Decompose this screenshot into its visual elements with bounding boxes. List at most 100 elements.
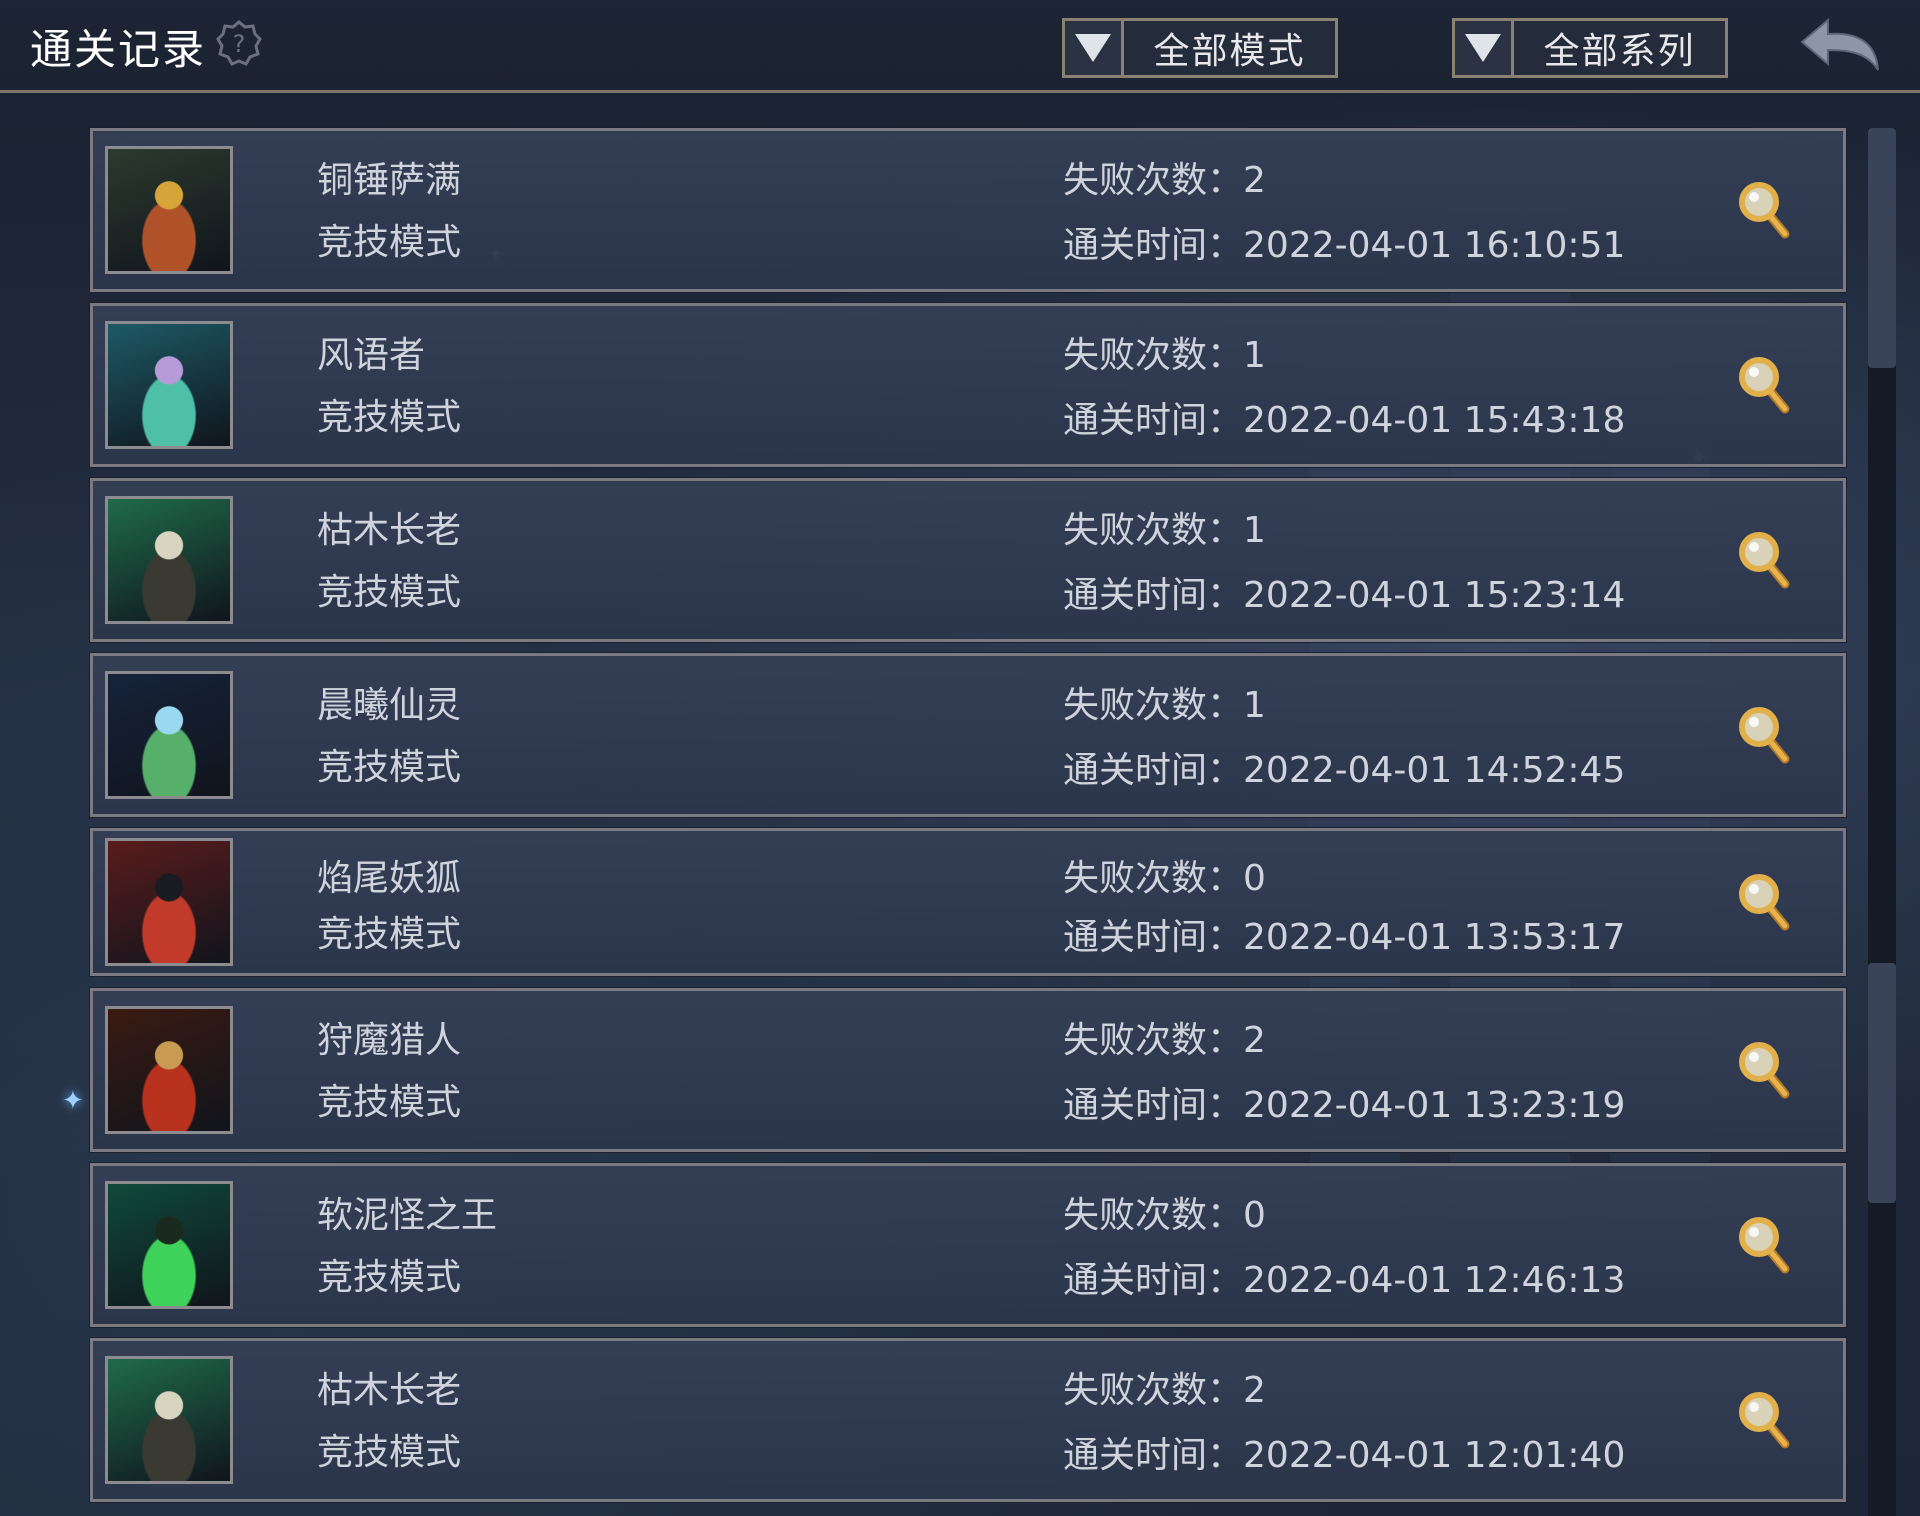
magnifier-icon[interactable]: [1737, 528, 1791, 592]
clear-time-value: 2022-04-01 15:23:14: [1243, 575, 1626, 616]
scrollbar-thumb[interactable]: [1868, 128, 1896, 368]
fail-count-value: 1: [1243, 335, 1266, 376]
clear-time: 通关时间：2022-04-01 16:10:51: [1063, 216, 1625, 268]
record-row[interactable]: 焰尾妖狐 竞技模式 失败次数：0 通关时间：2022-04-01 13:53:1…: [89, 827, 1847, 977]
magnifier-icon[interactable]: [1737, 1213, 1791, 1277]
record-row[interactable]: 晨曦仙灵 竞技模式 失败次数：1 通关时间：2022-04-01 14:52:4…: [89, 652, 1847, 818]
fail-count-label: 失败次数：: [1063, 858, 1244, 899]
record-row[interactable]: 铜锤萨满 竞技模式 失败次数：2 通关时间：2022-04-01 16:10:5…: [89, 127, 1847, 293]
question-gear-icon[interactable]: ?: [216, 20, 262, 66]
clear-time: 通关时间：2022-04-01 15:43:18: [1063, 391, 1625, 443]
hero-portrait: [105, 1356, 233, 1484]
hero-name: 风语者: [317, 335, 426, 376]
scrollbar-thumb[interactable]: [1868, 963, 1896, 1203]
fail-count-value: 1: [1243, 685, 1266, 726]
hero-name: 焰尾妖狐: [317, 858, 462, 899]
hero-portrait: [105, 671, 233, 799]
fail-count: 失败次数：2: [1063, 1011, 1266, 1063]
game-mode: 竞技模式: [317, 397, 462, 438]
fail-count-value: 2: [1243, 1020, 1266, 1061]
fail-count-value: 2: [1243, 1370, 1266, 1411]
fail-count-value: 0: [1243, 858, 1266, 899]
scrollbar[interactable]: [1868, 128, 1896, 1516]
fail-count-label: 失败次数：: [1063, 1195, 1244, 1236]
hero-portrait: [105, 146, 233, 274]
record-row[interactable]: 枯木长老 竞技模式 失败次数：2 通关时间：2022-04-01 12:01:4…: [89, 1337, 1847, 1503]
fail-count-label: 失败次数：: [1063, 335, 1244, 376]
clear-time: 通关时间：2022-04-01 13:23:19: [1063, 1076, 1625, 1128]
clear-time-label: 通关时间：: [1063, 400, 1244, 441]
game-mode: 竞技模式: [317, 222, 462, 263]
game-mode: 竞技模式: [317, 572, 462, 613]
fail-count: 失败次数：0: [1063, 1186, 1266, 1238]
clear-time-label: 通关时间：: [1063, 575, 1244, 616]
clear-time-value: 2022-04-01 15:43:18: [1243, 400, 1626, 441]
hero-name: 铜锤萨满: [317, 160, 462, 201]
hero-name: 枯木长老: [317, 1370, 462, 1411]
clear-time: 通关时间：2022-04-01 13:53:17: [1063, 908, 1625, 960]
mode-filter-label: 全部模式: [1153, 31, 1306, 72]
hero-portrait: [105, 321, 233, 449]
game-mode: 竞技模式: [317, 1082, 462, 1123]
clear-time-value: 2022-04-01 16:10:51: [1243, 225, 1626, 266]
clear-time: 通关时间：2022-04-01 12:01:40: [1063, 1426, 1625, 1478]
game-mode: 竞技模式: [317, 914, 462, 955]
hero-name: 晨曦仙灵: [317, 685, 462, 726]
clear-time: 通关时间：2022-04-01 14:52:45: [1063, 741, 1625, 793]
clear-time-value: 2022-04-01 14:52:45: [1243, 750, 1626, 791]
hero-portrait: [105, 1006, 233, 1134]
fail-count-value: 0: [1243, 1195, 1266, 1236]
clear-time-label: 通关时间：: [1063, 1085, 1244, 1126]
clear-time-label: 通关时间：: [1063, 750, 1244, 791]
series-filter-label: 全部系列: [1543, 31, 1696, 72]
clear-time-label: 通关时间：: [1063, 1260, 1244, 1301]
fail-count: 失败次数：1: [1063, 501, 1266, 553]
game-mode: 竞技模式: [317, 1257, 462, 1298]
magnifier-icon[interactable]: [1737, 178, 1791, 242]
record-row[interactable]: 枯木长老 竞技模式 失败次数：1 通关时间：2022-04-01 15:23:1…: [89, 477, 1847, 643]
record-row[interactable]: 狩魔猎人 竞技模式 失败次数：2 通关时间：2022-04-01 13:23:1…: [89, 987, 1847, 1153]
magnifier-icon[interactable]: [1737, 353, 1791, 417]
game-mode: 竞技模式: [317, 747, 462, 788]
clear-time-label: 通关时间：: [1063, 1435, 1244, 1476]
fail-count-label: 失败次数：: [1063, 685, 1244, 726]
top-bar: 通关记录 ? 全部模式 全部系列: [0, 0, 1920, 93]
clear-time-label: 通关时间：: [1063, 917, 1244, 958]
chevron-down-icon: [1065, 21, 1124, 75]
magnifier-icon[interactable]: [1737, 703, 1791, 767]
hero-portrait: [105, 1181, 233, 1309]
fail-count-label: 失败次数：: [1063, 1370, 1244, 1411]
fail-count: 失败次数：2: [1063, 1361, 1266, 1413]
clear-time-value: 2022-04-01 13:53:17: [1243, 917, 1626, 958]
hero-name: 软泥怪之王: [317, 1195, 498, 1236]
hero-name: 狩魔猎人: [317, 1020, 462, 1061]
fail-count: 失败次数：2: [1063, 151, 1266, 203]
fail-count-label: 失败次数：: [1063, 510, 1244, 551]
clear-time-label: 通关时间：: [1063, 225, 1244, 266]
fail-count-value: 2: [1243, 160, 1266, 201]
fail-count-label: 失败次数：: [1063, 1020, 1244, 1061]
fail-count-value: 1: [1243, 510, 1266, 551]
sparkle-icon: ✦: [62, 1086, 84, 1116]
game-mode: 竞技模式: [317, 1432, 462, 1473]
mode-filter-dropdown[interactable]: 全部模式: [1062, 18, 1338, 78]
series-filter-dropdown[interactable]: 全部系列: [1452, 18, 1728, 78]
magnifier-icon[interactable]: [1737, 1038, 1791, 1102]
fail-count: 失败次数：1: [1063, 676, 1266, 728]
hero-portrait: [105, 838, 233, 966]
hero-name: 枯木长老: [317, 510, 462, 551]
magnifier-icon[interactable]: [1737, 870, 1791, 934]
hero-portrait: [105, 496, 233, 624]
fail-count: 失败次数：0: [1063, 849, 1266, 901]
chevron-down-icon: [1455, 21, 1514, 75]
record-row[interactable]: 软泥怪之王 竞技模式 失败次数：0 通关时间：2022-04-01 12:46:…: [89, 1162, 1847, 1328]
magnifier-icon[interactable]: [1737, 1388, 1791, 1452]
clear-time-value: 2022-04-01 13:23:19: [1243, 1085, 1626, 1126]
record-row[interactable]: 风语者 竞技模式 失败次数：1 通关时间：2022-04-01 15:43:18: [89, 302, 1847, 468]
clear-time: 通关时间：2022-04-01 12:46:13: [1063, 1251, 1625, 1303]
clear-time: 通关时间：2022-04-01 15:23:14: [1063, 566, 1625, 618]
fail-count: 失败次数：1: [1063, 326, 1266, 378]
fail-count-label: 失败次数：: [1063, 160, 1244, 201]
svg-text:?: ?: [233, 30, 246, 58]
back-arrow-icon[interactable]: [1798, 16, 1882, 76]
